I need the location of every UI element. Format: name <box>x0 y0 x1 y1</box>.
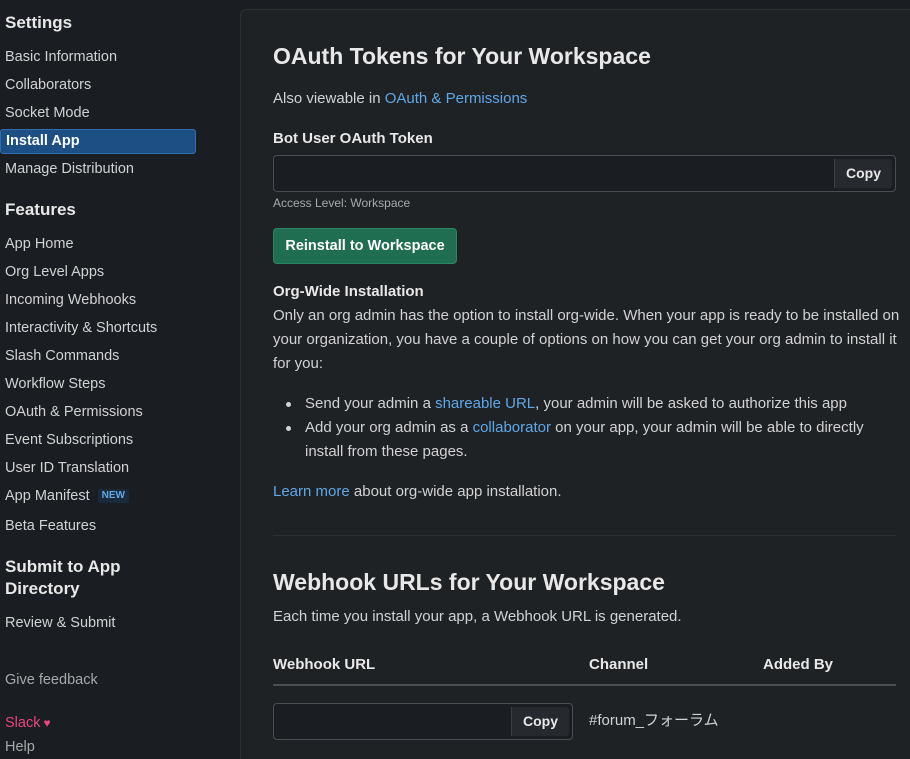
sidebar-item-incoming-webhooks[interactable]: Incoming Webhooks <box>0 288 196 313</box>
column-header-webhook-url: Webhook URL <box>273 656 376 673</box>
features-heading: Features <box>5 200 76 219</box>
copy-webhook-button[interactable]: Copy <box>511 707 569 736</box>
sidebar: Settings Basic Information Collaborators… <box>0 0 240 759</box>
reinstall-to-workspace-button[interactable]: Reinstall to Workspace <box>273 228 457 264</box>
bullet-text: Add your org admin as a <box>305 419 473 436</box>
give-feedback-link[interactable]: Give feedback <box>0 668 196 693</box>
submit-heading: Submit to App Directory <box>5 556 121 600</box>
sidebar-item-app-manifest[interactable]: App Manifest NEW <box>0 484 196 509</box>
list-item: Send your admin a shareable URL, your ad… <box>273 392 903 416</box>
sidebar-item-org-level-apps[interactable]: Org Level Apps <box>0 260 196 285</box>
also-viewable-prefix: Also viewable in <box>273 90 385 107</box>
submit-heading-line1: Submit to App <box>5 557 121 576</box>
bot-token-field[interactable]: Copy <box>273 155 896 192</box>
learn-more-link[interactable]: Learn more <box>273 483 350 500</box>
app-root: Settings Basic Information Collaborators… <box>0 0 910 759</box>
new-badge: NEW <box>97 489 129 504</box>
list-item: Add your org admin as a collaborator on … <box>273 416 903 464</box>
bullet-text: , your admin will be asked to authorize … <box>535 395 847 412</box>
column-header-added-by: Added By <box>763 656 834 673</box>
sidebar-item-event-subscriptions[interactable]: Event Subscriptions <box>0 428 196 453</box>
column-header-channel: Channel <box>589 656 649 673</box>
settings-heading: Settings <box>5 13 73 32</box>
slack-label: Slack <box>5 715 41 731</box>
also-viewable-text: Also viewable in OAuth & Permissions <box>273 87 527 111</box>
org-wide-heading: Org-Wide Installation <box>273 283 424 300</box>
slack-link[interactable]: Slack ♥ <box>0 711 196 736</box>
learn-more-suffix: about org-wide app installation. <box>349 483 562 500</box>
org-wide-intro: Only an org admin has the option to inst… <box>273 307 900 372</box>
sidebar-item-review-submit[interactable]: Review & Submit <box>0 611 196 636</box>
sidebar-item-interactivity-shortcuts[interactable]: Interactivity & Shortcuts <box>0 316 196 341</box>
sidebar-item-manage-distribution[interactable]: Manage Distribution <box>0 157 196 182</box>
webhook-channel: #forum_フォーラム <box>589 712 719 729</box>
sidebar-item-install-app[interactable]: Install App <box>0 129 196 154</box>
sidebar-item-user-id-translation[interactable]: User ID Translation <box>0 456 196 481</box>
sidebar-item-oauth-permissions[interactable]: OAuth & Permissions <box>0 400 196 425</box>
help-link[interactable]: Help <box>0 735 196 759</box>
sidebar-item-workflow-steps[interactable]: Workflow Steps <box>0 372 196 397</box>
collaborator-link[interactable]: collaborator <box>473 419 551 436</box>
webhook-url-field[interactable]: Copy <box>273 703 573 740</box>
sidebar-item-app-home[interactable]: App Home <box>0 232 196 257</box>
learn-more-text: Learn more about org-wide app installati… <box>273 480 562 504</box>
oauth-title: OAuth Tokens for Your Workspace <box>273 43 651 69</box>
webhooks-description: Each time you install your app, a Webhoo… <box>273 608 682 625</box>
table-header-rule <box>273 684 896 686</box>
sidebar-item-collaborators[interactable]: Collaborators <box>0 73 196 98</box>
sidebar-item-label: App Manifest <box>5 488 90 504</box>
section-divider <box>273 535 896 536</box>
sidebar-item-basic-information[interactable]: Basic Information <box>0 45 196 70</box>
org-wide-options-list: Send your admin a shareable URL, your ad… <box>273 392 903 464</box>
webhooks-title: Webhook URLs for Your Workspace <box>273 569 665 595</box>
sidebar-item-beta-features[interactable]: Beta Features <box>0 514 196 539</box>
bot-token-label: Bot User OAuth Token <box>273 130 433 147</box>
sidebar-item-slash-commands[interactable]: Slash Commands <box>0 344 196 369</box>
oauth-permissions-link[interactable]: OAuth & Permissions <box>385 90 528 107</box>
sidebar-item-socket-mode[interactable]: Socket Mode <box>0 101 196 126</box>
shareable-url-link[interactable]: shareable URL <box>435 395 535 412</box>
copy-token-button[interactable]: Copy <box>834 159 892 188</box>
main-panel: OAuth Tokens for Your Workspace Also vie… <box>240 9 910 759</box>
access-level-text: Access Level: Workspace <box>273 196 411 210</box>
bullet-text: Send your admin a <box>305 395 436 412</box>
heart-icon: ♥ <box>43 716 51 730</box>
submit-heading-line2: Directory <box>5 579 80 598</box>
